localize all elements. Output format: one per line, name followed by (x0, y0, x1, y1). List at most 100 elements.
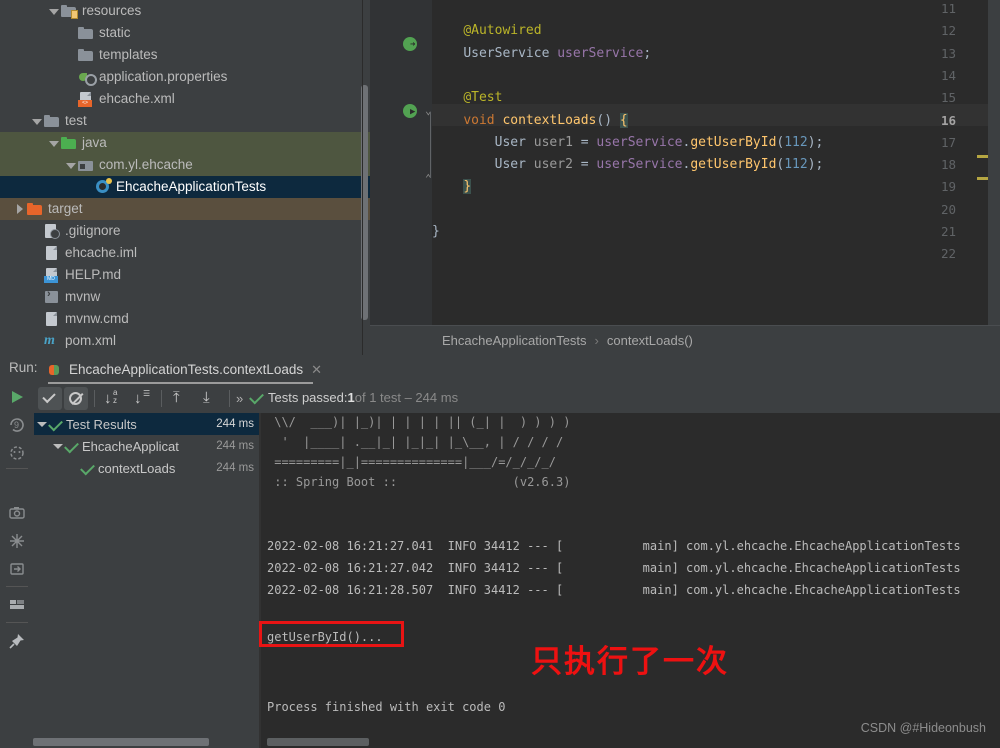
code-line[interactable]: User user1 = userService.getUserById(112… (432, 135, 824, 150)
run-tab[interactable]: EhcacheApplicationTests.contextLoads ✕ (48, 357, 322, 382)
fold-close-marker[interactable]: ⌃ (425, 172, 437, 185)
tree-item-label: ehcache.iml (65, 245, 138, 260)
check-icon (42, 389, 56, 404)
tree-item-java[interactable]: java (0, 132, 370, 154)
show-passed-toggle[interactable] (38, 387, 62, 410)
tree-item-ehcacheapplicationtests[interactable]: EhcacheApplicationTests (0, 176, 370, 198)
line-number: 11 (940, 1, 956, 16)
excluded-folder-icon (27, 201, 43, 217)
show-ignored-toggle[interactable] (64, 387, 88, 410)
tree-item-templates[interactable]: templates (0, 44, 370, 66)
chevron-down-icon[interactable] (48, 138, 59, 149)
tree-item-static[interactable]: static (0, 22, 370, 44)
tests-status-suffix: of 1 test – 244 ms (354, 390, 459, 405)
chevron-down-icon[interactable] (48, 6, 59, 17)
run-play-icon[interactable] (8, 388, 26, 406)
chevron-down-icon[interactable] (31, 116, 42, 127)
code-line[interactable]: @Autowired (432, 23, 541, 38)
line-number: 13 (940, 45, 956, 61)
gutter-bean-icon[interactable]: ➜ (403, 37, 418, 52)
package-icon (78, 157, 94, 173)
more-options-icon[interactable]: » (236, 391, 243, 406)
export-icon[interactable] (8, 560, 26, 578)
chevron-down-icon[interactable] (36, 418, 48, 430)
console-banner-line: ' |____| .__|_| |_|_| |_\__, | / / / / (267, 435, 564, 449)
tree-item-ehcache-iml[interactable]: ehcache.iml (0, 242, 370, 264)
code-line[interactable]: } (432, 179, 472, 195)
tree-item-mvnw-cmd[interactable]: mvnw.cmd (0, 308, 370, 330)
editor-marker-bar[interactable] (988, 0, 1000, 325)
rerun-failed-icon[interactable]: 9 (8, 416, 26, 434)
tree-item-target[interactable]: target (0, 198, 370, 220)
thread-dump-icon[interactable] (8, 532, 26, 550)
code-line[interactable]: void contextLoads() { (432, 112, 628, 128)
console-hscroll-track[interactable] (261, 736, 1000, 748)
fold-open-marker[interactable]: ⌄ (425, 104, 437, 117)
toolbar-separator-3 (229, 390, 230, 407)
tree-item-test[interactable]: test (0, 110, 370, 132)
project-tree-pane[interactable]: resources static templates application.prop… (0, 0, 370, 355)
status-check-icon (249, 391, 262, 404)
test-tree-row[interactable]: Test Results 244 ms (34, 413, 260, 435)
line-number: 17 (940, 134, 956, 150)
tree-item-mvnw[interactable]: mvnw (0, 286, 370, 308)
collapse-all-button[interactable]: ⤓ (199, 387, 223, 410)
run-tab-bar: Run: EhcacheApplicationTests.contextLoad… (0, 355, 1000, 384)
chevron-down-icon[interactable] (52, 440, 64, 452)
tests-status: Tests passed: 1 of 1 test – 244 ms (249, 390, 458, 405)
run-tab-label: EhcacheApplicationTests.contextLoads (69, 362, 304, 377)
tests-status-prefix: Tests passed: (268, 390, 348, 405)
code-line[interactable]: User user2 = userService.getUserById(112… (432, 157, 824, 172)
breadcrumb[interactable]: EhcacheApplicationTests › contextLoads() (370, 325, 1000, 355)
code-line[interactable]: } (432, 224, 440, 239)
tests-hscroll-thumb[interactable] (33, 738, 209, 746)
tree-item--gitignore[interactable]: .gitignore (0, 220, 370, 242)
sort-alphabetically-button[interactable]: ↓ a z (101, 387, 125, 410)
tree-item-help-md[interactable]: MD HELP.md (0, 264, 370, 286)
line-number: 21 (940, 224, 956, 239)
sort-alpha-z-icon: z (113, 396, 117, 405)
tree-item-pom-xml[interactable]: m pom.xml (0, 330, 370, 352)
breadcrumb-class[interactable]: EhcacheApplicationTests (442, 333, 587, 348)
tree-item-resources[interactable]: resources (0, 0, 370, 22)
code-line[interactable]: UserService userService; (432, 46, 651, 61)
tree-item-com-yl-ehcache[interactable]: com.yl.ehcache (0, 154, 370, 176)
gutter-run-test-icon[interactable]: ▶ (403, 104, 418, 119)
line-number: 15 (940, 90, 956, 106)
markdown-file-icon: MD (44, 267, 60, 283)
toggle-auto-test-icon[interactable] (8, 444, 26, 462)
console-banner-line: :: Spring Boot :: (v2.6.3) (267, 475, 571, 489)
editor-gutter[interactable] (370, 0, 432, 325)
console-hscroll-thumb[interactable] (267, 738, 369, 746)
toolbar-separator-2 (161, 390, 162, 407)
code-editor[interactable]: @Autowired UserService userService; @Tes… (370, 0, 1000, 325)
chevron-down-icon[interactable] (65, 160, 76, 171)
tree-item-label: resources (82, 3, 142, 18)
test-tree-row[interactable]: EhcacheApplicat 244 ms (34, 435, 260, 457)
tree-item-application-properties[interactable]: application.properties (0, 66, 370, 88)
tree-item-ehcache-xml[interactable]: <> ehcache.xml (0, 88, 370, 110)
code-line[interactable]: @Test (432, 90, 502, 105)
test-results-tree[interactable]: Test Results 244 ms EhcacheApplicat 244 ms c… (34, 413, 260, 748)
tree-item-label: pom.xml (65, 333, 117, 348)
console-log-line: 2022-02-08 16:21:28.507 INFO 34412 --- [… (267, 583, 961, 597)
expand-all-button[interactable]: ⤒ (169, 387, 193, 410)
test-name: contextLoads (98, 460, 176, 476)
console-output[interactable]: \\/ ___)| |_)| | | | | || (_| | ) ) ) ) … (261, 413, 1000, 748)
chevron-right-icon[interactable] (14, 203, 25, 215)
pin-icon[interactable] (8, 632, 26, 650)
folder-icon (44, 113, 60, 129)
sort-by-duration-button[interactable]: ↓ ☰ (131, 387, 155, 410)
toolbar-separator-1 (94, 390, 95, 407)
screenshot-icon[interactable] (8, 504, 26, 522)
tree-item-label: com.yl.ehcache (99, 157, 193, 172)
close-icon[interactable]: ✕ (311, 362, 322, 378)
test-tree-row[interactable]: contextLoads 244 ms (34, 457, 260, 479)
breadcrumb-method[interactable]: contextLoads() (607, 333, 693, 348)
layout-icon[interactable] (8, 596, 26, 614)
